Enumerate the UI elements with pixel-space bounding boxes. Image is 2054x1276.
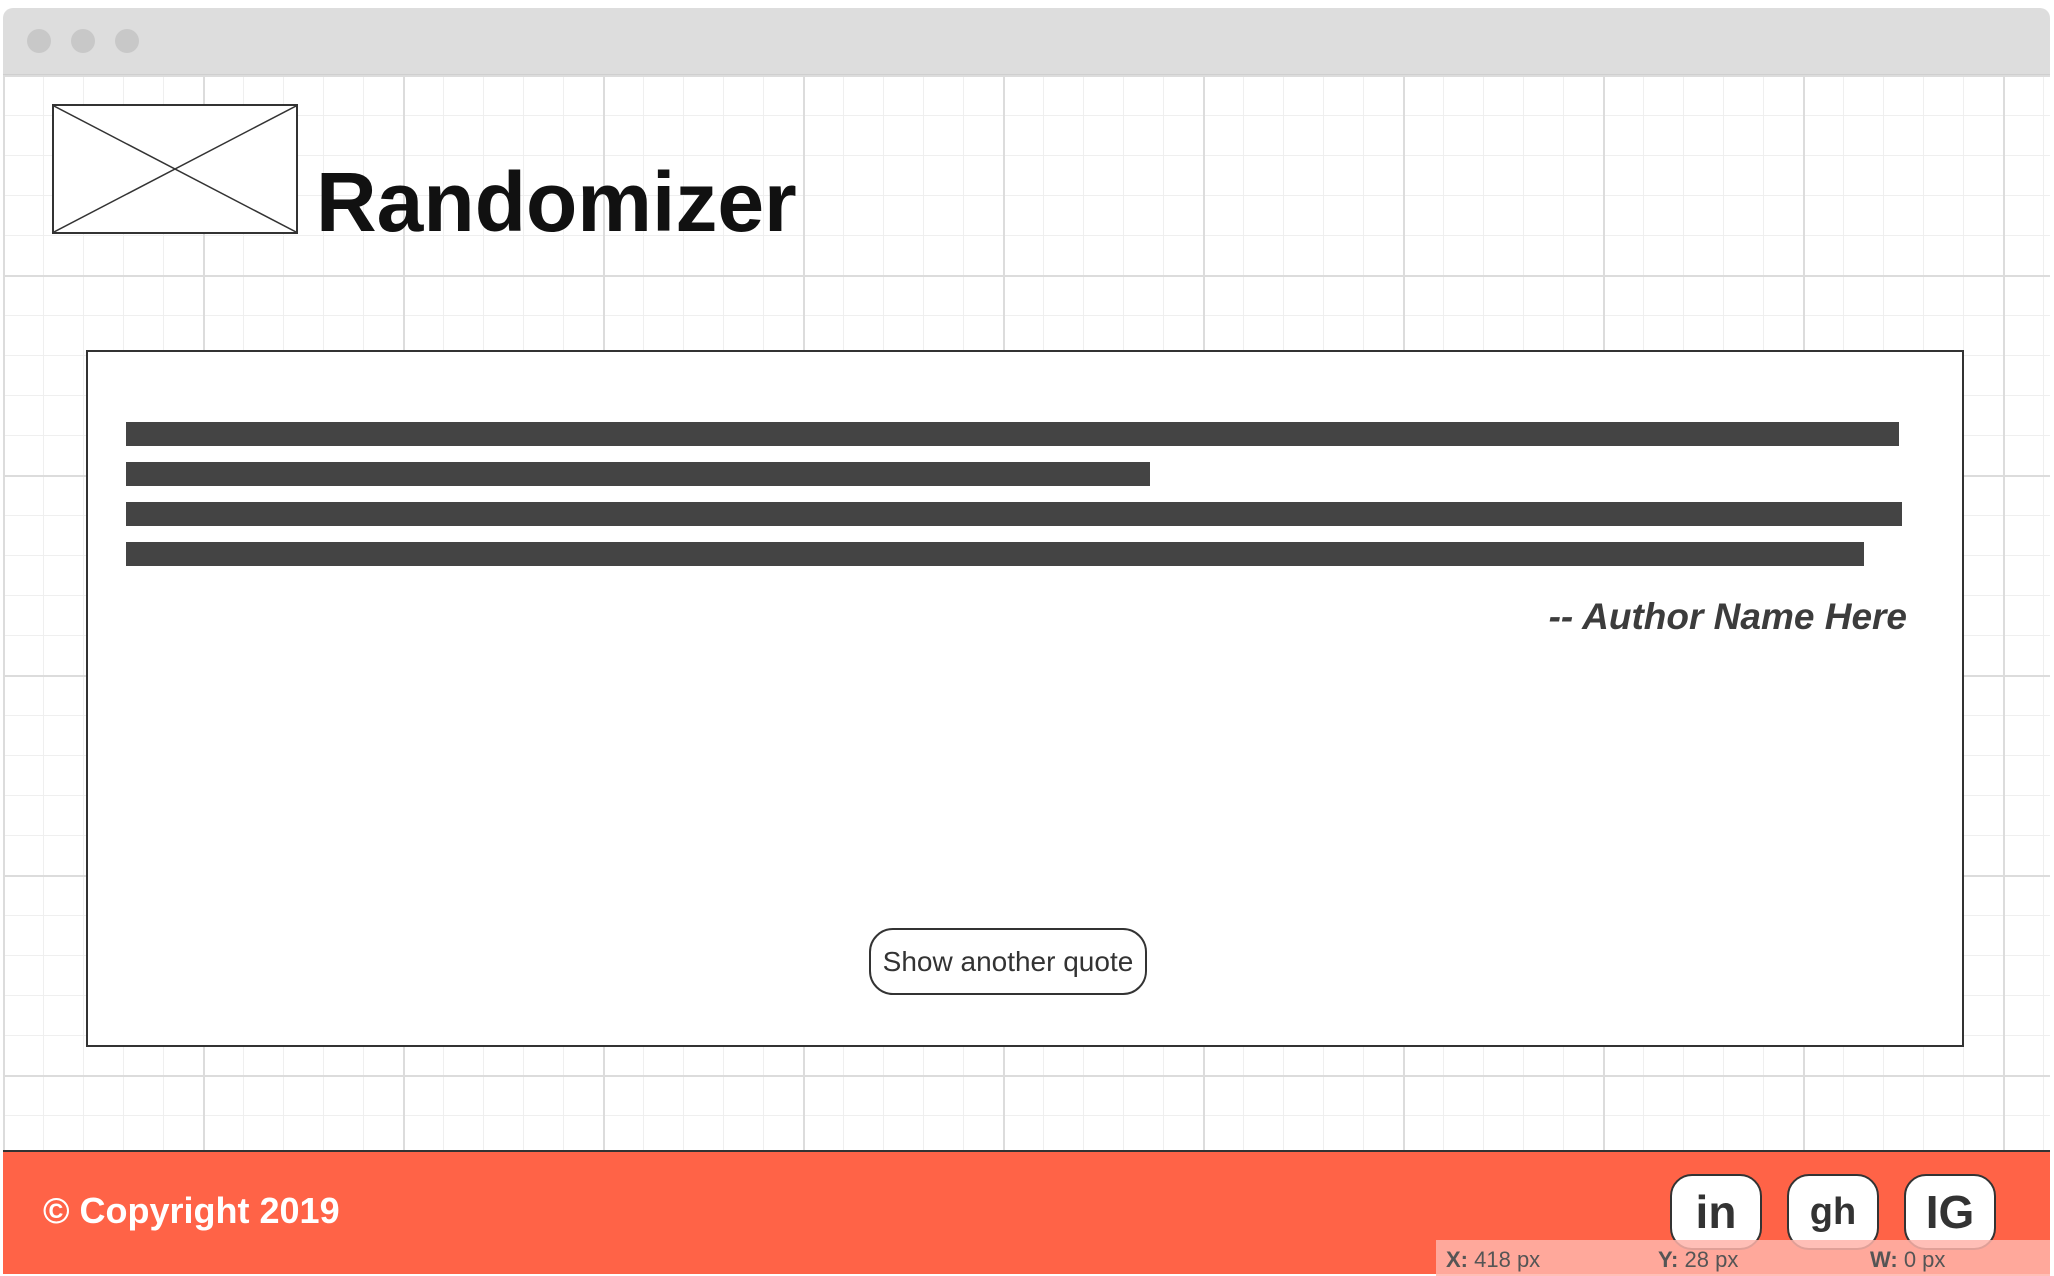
instagram-label: IG (1925, 1186, 1975, 1238)
github-icon[interactable]: gh (1787, 1174, 1879, 1250)
w-readout: W: 0 px (1870, 1247, 1946, 1272)
github-label: gh (1809, 1190, 1857, 1233)
page-title: Randomizer (316, 155, 797, 249)
copyright-text: © Copyright 2019 (43, 1190, 340, 1231)
quote-text-line (126, 422, 1899, 446)
quote-text-line (126, 462, 1150, 486)
quote-author: -- Author Name Here (1548, 596, 1907, 637)
quote-text-line (126, 502, 1902, 526)
linkedin-label: in (1695, 1186, 1737, 1238)
instagram-icon[interactable]: IG (1904, 1174, 1996, 1250)
linkedin-icon[interactable]: in (1670, 1174, 1762, 1250)
zoom-window-button[interactable] (115, 29, 139, 53)
image-placeholder-icon (52, 104, 298, 234)
window-titlebar (3, 8, 2050, 75)
coordinate-readout: X: 418 px Y: 28 px W: 0 px (1436, 1240, 2050, 1276)
y-readout: Y: 28 px (1658, 1247, 1739, 1272)
quote-text-line (126, 542, 1864, 566)
minimize-window-button[interactable] (71, 29, 95, 53)
show-another-quote-button[interactable]: Show another quote (869, 928, 1147, 995)
browser-window: Randomizer -- Author Name Here Show anot… (3, 8, 2050, 1274)
close-window-button[interactable] (27, 29, 51, 53)
quote-card: -- Author Name Here Show another quote (86, 350, 1964, 1047)
x-readout: X: 418 px (1446, 1247, 1541, 1272)
